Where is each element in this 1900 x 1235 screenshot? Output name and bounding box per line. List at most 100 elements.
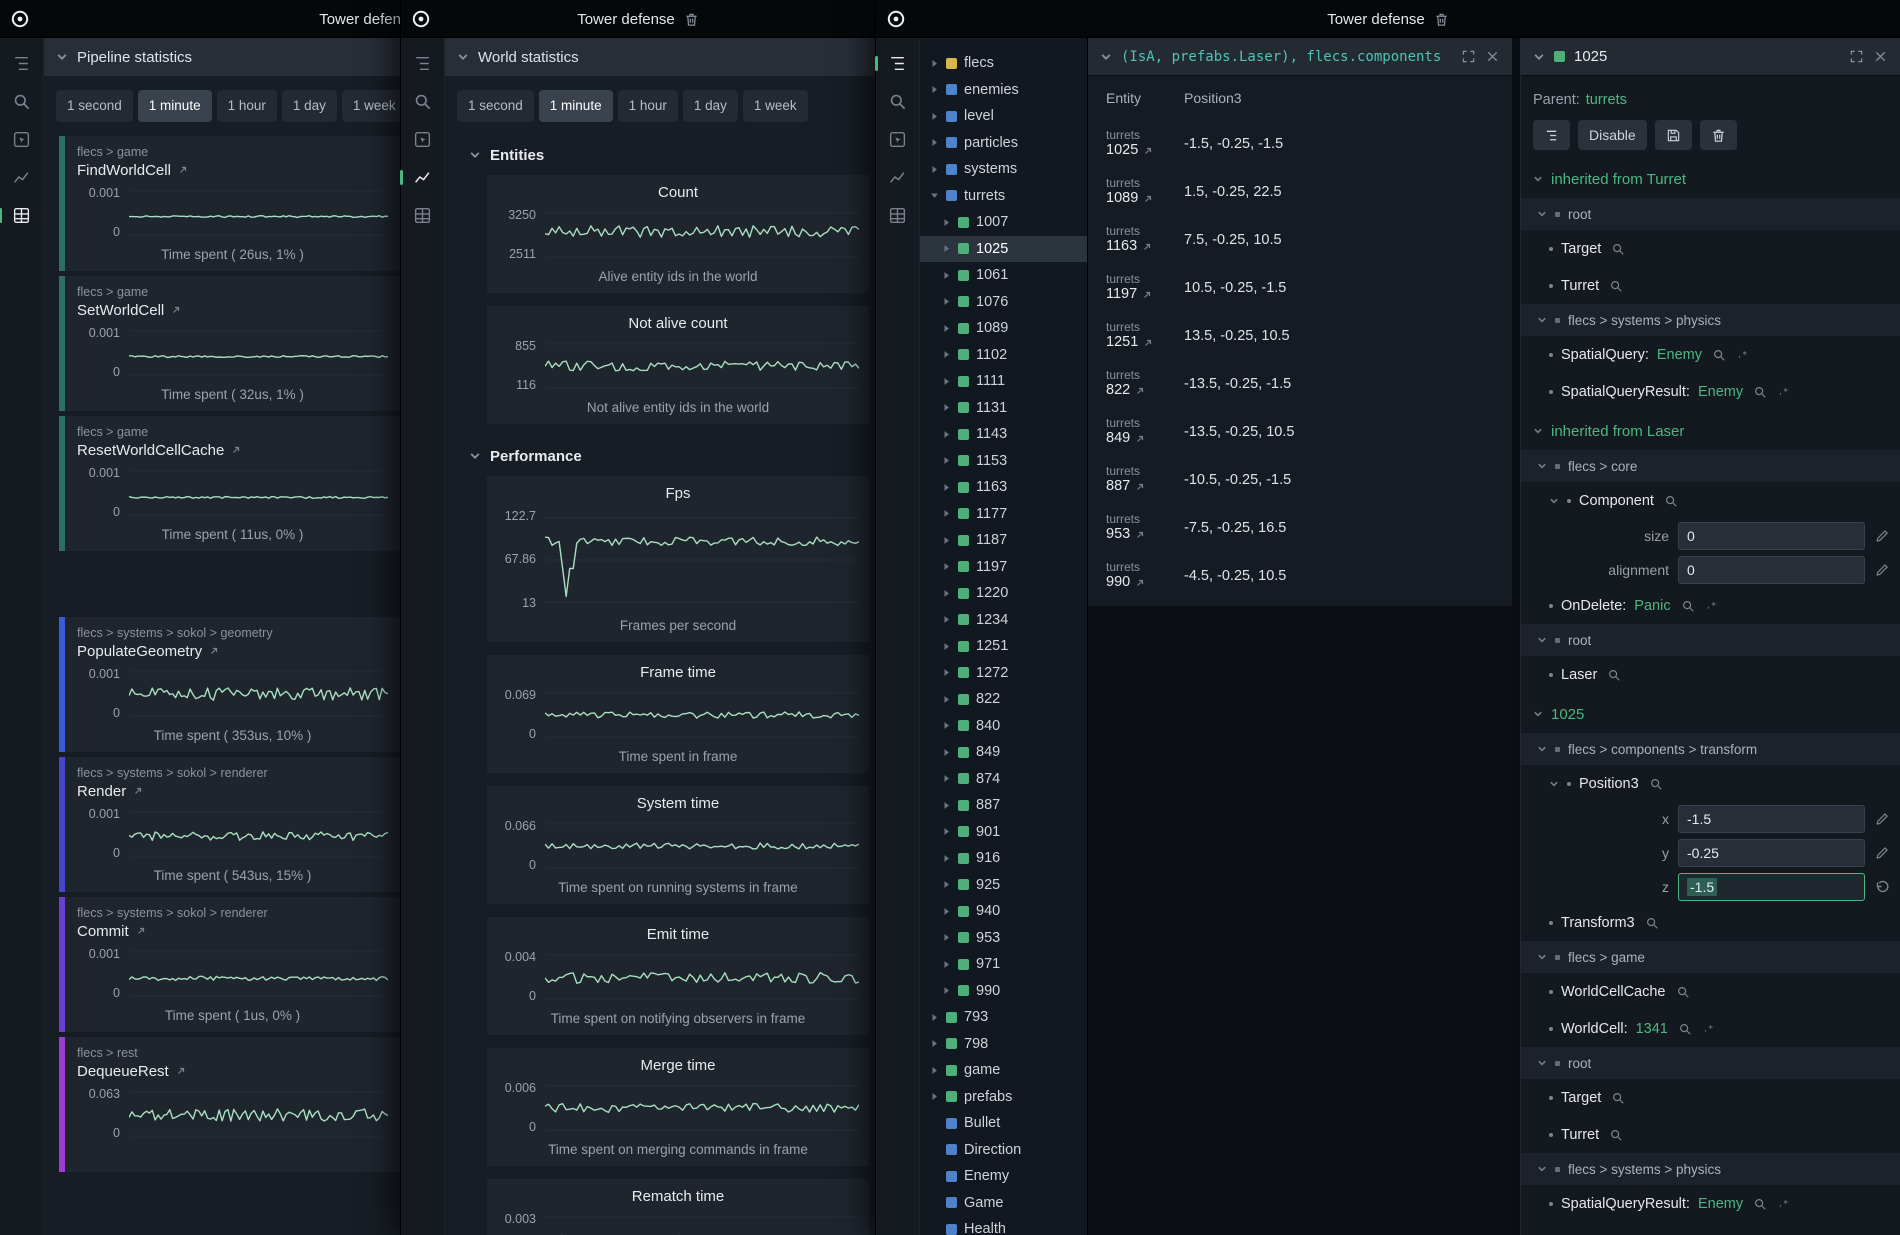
inspector-component-row[interactable]: SpatialQuery:Enemy.*	[1521, 336, 1900, 373]
chevron-collapsed-icon[interactable]	[942, 960, 951, 969]
query-result-row[interactable]: turrets125113.5, -0.25, 10.5	[1088, 312, 1512, 360]
chevron-collapsed-icon[interactable]	[942, 801, 951, 810]
pipeline-panel-header[interactable]: Pipeline statistics	[44, 38, 400, 76]
inspector-component-row[interactable]: Target	[1521, 1079, 1900, 1116]
chevron-collapsed-icon[interactable]	[942, 827, 951, 836]
chevron-collapsed-icon[interactable]	[942, 642, 951, 651]
close-icon[interactable]	[1873, 49, 1888, 64]
pencil-icon[interactable]	[1874, 562, 1890, 578]
chevron-collapsed-icon[interactable]	[942, 880, 951, 889]
inspector-group-header[interactable]: flecs > systems > physics	[1521, 1153, 1900, 1185]
range-button-1-week[interactable]: 1 week	[743, 90, 808, 122]
chevron-collapsed-icon[interactable]	[930, 112, 939, 121]
inspector-component-row[interactable]: Component	[1521, 482, 1900, 519]
expand-icon[interactable]	[1849, 49, 1864, 64]
field-input-y[interactable]: -0.25	[1678, 839, 1865, 867]
range-button-1-day[interactable]: 1 day	[282, 90, 337, 122]
inspector-group-header[interactable]: flecs > systems > physics	[1521, 304, 1900, 336]
expand-icon[interactable]	[1461, 49, 1476, 64]
chevD-icon[interactable]	[1537, 1164, 1547, 1174]
tree-item-1234[interactable]: 1234	[920, 607, 1087, 634]
field-input-x[interactable]: -1.5	[1678, 805, 1865, 833]
chevron-collapsed-icon[interactable]	[942, 854, 951, 863]
range-button-1-hour[interactable]: 1 hour	[217, 90, 277, 122]
tree-item-1076[interactable]: 1076	[920, 289, 1087, 316]
chevron-collapsed-icon[interactable]	[930, 1013, 939, 1022]
tree-item-enemies[interactable]: enemies	[920, 77, 1087, 104]
sidebar-inspect-icon[interactable]	[413, 130, 432, 149]
inspector-component-row[interactable]: WorldCell:1341.*	[1521, 1010, 1900, 1047]
chevron-collapsed-icon[interactable]	[942, 430, 951, 439]
system-name[interactable]: PopulateGeometry	[77, 643, 388, 660]
sidebar-tree-outline-icon[interactable]	[413, 54, 432, 73]
inspector-component-row[interactable]: WorldCellCache	[1521, 973, 1900, 1010]
section-header-performance[interactable]: Performance	[445, 437, 875, 476]
tree-item-particles[interactable]: particles	[920, 130, 1087, 157]
tree-item-822[interactable]: 822	[920, 686, 1087, 713]
search-icon[interactable]	[1676, 985, 1690, 999]
chevD-icon[interactable]	[1549, 496, 1559, 506]
tree-item-game[interactable]: game	[920, 1057, 1087, 1084]
tree-item-971[interactable]: 971	[920, 951, 1087, 978]
inspector-group-header[interactable]: root	[1521, 198, 1900, 230]
disable-button[interactable]: Disable	[1578, 120, 1647, 150]
range-button-1-second[interactable]: 1 second	[457, 90, 534, 122]
search-icon[interactable]	[1753, 385, 1767, 399]
system-name[interactable]: Render	[77, 783, 388, 800]
query-result-row[interactable]: turrets119710.5, -0.25, -1.5	[1088, 264, 1512, 312]
chevron-collapsed-icon[interactable]	[942, 244, 951, 253]
sidebar-chart-icon[interactable]	[888, 168, 907, 187]
sidebar-tree-outline-icon[interactable]	[888, 54, 907, 73]
chevron-collapsed-icon[interactable]	[942, 615, 951, 624]
chevron-collapsed-icon[interactable]	[942, 271, 951, 280]
save-button[interactable]	[1655, 120, 1692, 150]
range-button-1-day[interactable]: 1 day	[683, 90, 738, 122]
sidebar-inspect-icon[interactable]	[888, 130, 907, 149]
inspector-section-header[interactable]: inherited from Turret	[1521, 160, 1900, 198]
tree-item-887[interactable]: 887	[920, 792, 1087, 819]
system-name[interactable]: DequeueRest	[77, 1063, 388, 1080]
query-result-row[interactable]: turrets11637.5, -0.25, 10.5	[1088, 216, 1512, 264]
tree-item-1187[interactable]: 1187	[920, 527, 1087, 554]
chevD-icon[interactable]	[1537, 315, 1547, 325]
query-expression[interactable]: (IsA, prefabs.Laser), flecs.components	[1121, 49, 1452, 65]
tree-item-940[interactable]: 940	[920, 898, 1087, 925]
tree-item-793[interactable]: 793	[920, 1004, 1087, 1031]
regex-icon[interactable]: .*	[1705, 599, 1719, 613]
range-button-1-week[interactable]: 1 week	[342, 90, 400, 122]
chevD-icon[interactable]	[469, 450, 481, 462]
query-result-row[interactable]: turrets990-4.5, -0.25, 10.5	[1088, 552, 1512, 600]
system-name[interactable]: SetWorldCell	[77, 302, 388, 319]
inspector-component-row[interactable]: SpatialQueryResult:Enemy.*	[1521, 1185, 1900, 1222]
tree-item-925[interactable]: 925	[920, 872, 1087, 899]
delete-button[interactable]	[1700, 120, 1737, 150]
sidebar-search-icon[interactable]	[413, 92, 432, 111]
query-result-row[interactable]: turrets953-7.5, -0.25, 16.5	[1088, 504, 1512, 552]
tree-item-1102[interactable]: 1102	[920, 342, 1087, 369]
chevron-collapsed-icon[interactable]	[942, 695, 951, 704]
chevron-down-icon[interactable]	[457, 51, 469, 63]
section-header-entities[interactable]: Entities	[445, 136, 875, 175]
search-icon[interactable]	[1645, 916, 1659, 930]
search-icon[interactable]	[1649, 777, 1663, 791]
chevron-collapsed-icon[interactable]	[942, 748, 951, 757]
chevD-icon[interactable]	[1537, 1058, 1547, 1068]
search-icon[interactable]	[1609, 1128, 1623, 1142]
regex-icon[interactable]: .*	[1736, 348, 1750, 362]
tree-item-849[interactable]: 849	[920, 739, 1087, 766]
query-result-row[interactable]: turrets822-13.5, -0.25, -1.5	[1088, 360, 1512, 408]
inspector-group-header[interactable]: root	[1521, 624, 1900, 656]
search-icon[interactable]	[1611, 242, 1625, 256]
chevron-collapsed-icon[interactable]	[942, 509, 951, 518]
chevD-icon[interactable]	[1533, 174, 1543, 184]
regex-icon[interactable]: .*	[1777, 1197, 1791, 1211]
undo-icon[interactable]	[1874, 879, 1890, 895]
inspector-group-header[interactable]: root	[1521, 1047, 1900, 1079]
chevD-icon[interactable]	[1533, 709, 1543, 719]
sidebar-chart-icon[interactable]	[413, 168, 432, 187]
inspector-component-row[interactable]: Transform3	[1521, 904, 1900, 941]
chevron-collapsed-icon[interactable]	[942, 589, 951, 598]
close-icon[interactable]	[1485, 49, 1500, 64]
inspector-component-row[interactable]: Turret	[1521, 1116, 1900, 1153]
tree-item-1197[interactable]: 1197	[920, 554, 1087, 581]
